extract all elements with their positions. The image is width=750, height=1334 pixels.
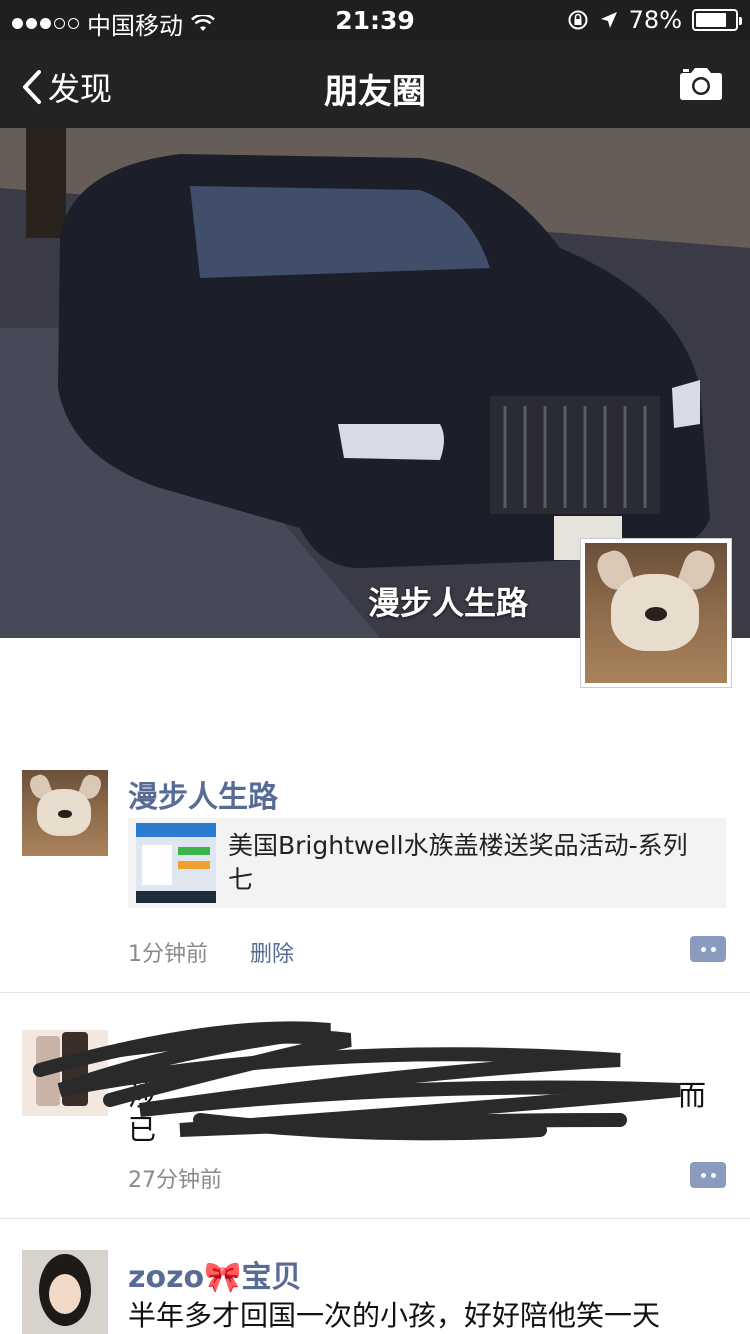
post-avatar[interactable] [22, 1250, 108, 1334]
post-timestamp: 1分钟前 [128, 942, 208, 967]
battery-icon [692, 9, 742, 31]
battery-percent: 78% [628, 6, 682, 34]
avatar-photo [585, 543, 727, 683]
redaction-scribble [33, 1021, 681, 1141]
camera-icon [680, 68, 722, 100]
divider [0, 992, 750, 993]
location-arrow-icon [600, 12, 617, 28]
divider [0, 1218, 750, 1219]
status-right: 78% [567, 6, 742, 34]
page-title: 朋友圈 [324, 72, 426, 112]
navigation-bar: 发现 朋友圈 [0, 40, 750, 128]
post-text: 半年多才回国一次的小孩，好好陪他笑一天 [128, 1299, 661, 1332]
post-timestamp: 27分钟前 [128, 1168, 222, 1193]
link-thumbnail [136, 823, 216, 903]
rotation-lock-icon [568, 10, 588, 30]
shared-link-card[interactable]: 美国Brightwell水族盖楼送奖品活动-系列七 [128, 818, 726, 908]
profile-avatar[interactable] [580, 538, 732, 688]
post-author[interactable]: zozo🎀宝贝 [128, 1252, 302, 1296]
comment-more-icon[interactable] [690, 936, 726, 962]
status-bar: 中国移动 21:39 78% [0, 0, 750, 40]
link-title: 美国Brightwell水族盖楼送奖品活动-系列七 [228, 831, 688, 894]
post-avatar[interactable] [22, 770, 108, 856]
cover-username: 漫步人生路 [368, 584, 529, 622]
delete-link[interactable]: 删除 [250, 936, 294, 968]
comment-more-icon[interactable] [690, 1162, 726, 1188]
girl-photo [22, 1250, 108, 1334]
post-author[interactable]: 漫步人生路 [128, 772, 278, 816]
camera-button[interactable] [678, 66, 724, 106]
avatar-photo [22, 770, 108, 856]
